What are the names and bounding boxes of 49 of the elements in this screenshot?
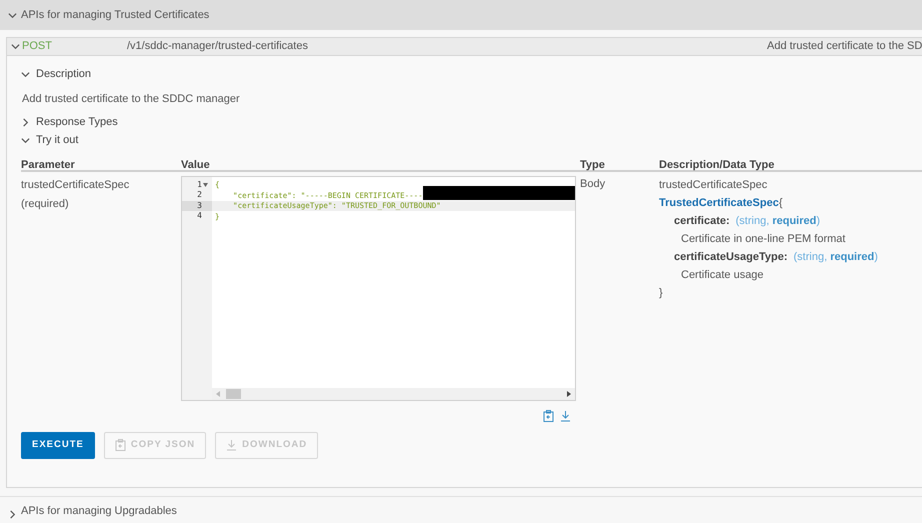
scroll-right-icon[interactable] — [566, 390, 572, 396]
required-label: (required) — [21, 196, 70, 212]
column-header: Type — [580, 158, 606, 170]
property-type: (string, required) — [736, 214, 820, 228]
execute-button[interactable]: EXECUTE — [21, 432, 95, 458]
section-toggle[interactable]: Description — [21, 66, 921, 82]
group-header[interactable]: APIs for managing Upgradables — [0, 496, 922, 523]
endpoint-header[interactable]: POST /v1/sddc-manager/trusted-certificates Add trusted certificate to the SD — [7, 38, 922, 56]
section-title: Description — [36, 66, 92, 82]
column-header: Value — [181, 158, 211, 170]
endpoint-summary: Add trusted certificate to the SD — [767, 39, 922, 54]
close-brace: } — [659, 286, 664, 300]
section-title: Try it out — [36, 133, 78, 148]
description-text: Add trusted certificate to the SDDC manager — [22, 92, 241, 107]
horizontal-scrollbar[interactable] — [212, 388, 575, 400]
parameter-type: Body — [580, 178, 606, 190]
line-number: 4 — [197, 210, 202, 222]
section-toggle[interactable]: Response Types — [21, 114, 921, 130]
schema-parameter-name: trustedCertificateSpec — [659, 178, 768, 192]
copy-icon-button[interactable] — [543, 410, 554, 422]
model-name[interactable]: TrustedCertificateSpec — [659, 194, 779, 212]
parameter-name: trustedCertificateSpec — [21, 178, 130, 192]
download-icon — [226, 439, 238, 451]
property-type: (string, required) — [794, 250, 878, 264]
http-method: POST — [22, 39, 52, 54]
scroll-thumb[interactable] — [226, 388, 241, 398]
group-title: APIs for managing Upgradables — [21, 504, 177, 518]
open-brace: { — [778, 196, 783, 210]
property-description: Certificate in one-line PEM format — [680, 232, 846, 246]
line-number: 3 — [197, 200, 202, 212]
download-icon — [560, 410, 571, 422]
column-header: Parameter — [21, 158, 76, 170]
section-toggle[interactable]: Try it out — [21, 132, 921, 148]
property-description: Certificate usage — [680, 268, 765, 282]
fold-icon[interactable] — [203, 182, 208, 187]
section-title: Response Types — [36, 115, 118, 130]
clipboard-icon — [114, 439, 126, 451]
endpoint-path: /v1/sddc-manager/trusted-certificates — [127, 39, 308, 54]
column-header: Description/Data Type — [659, 158, 774, 170]
line-number: 1 — [197, 178, 202, 191]
download-icon-button[interactable] — [560, 410, 571, 422]
chevron-icon — [21, 70, 30, 78]
group-title: APIs for managing Trusted Certificates — [21, 8, 210, 23]
scroll-left-icon[interactable] — [215, 390, 221, 396]
property-name: certificateUsageType: — [674, 250, 788, 264]
line-number: 2 — [197, 189, 202, 202]
property-name: certificate: — [674, 214, 730, 228]
group-header[interactable]: APIs for managing Trusted Certificates — [0, 0, 922, 30]
clipboard-icon — [543, 410, 554, 422]
